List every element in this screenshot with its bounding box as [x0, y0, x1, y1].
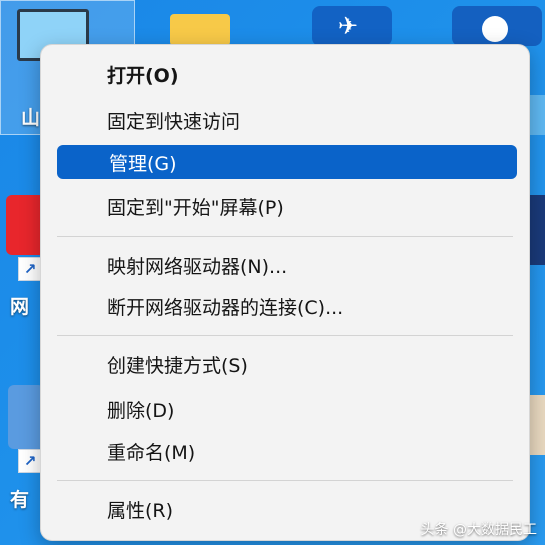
- shortcut-arrow-icon: ↗: [18, 257, 42, 281]
- folder-icon: [170, 14, 230, 46]
- menu-item-label: 固定到"开始"屏幕(P): [107, 196, 284, 219]
- recycle-label: 有: [10, 489, 30, 511]
- user-icon: [482, 16, 508, 42]
- menu-separator: [57, 335, 513, 336]
- menu-item-label: 删除(D): [107, 399, 175, 422]
- menu-item-delete[interactable]: 删除(D): [55, 392, 515, 426]
- user-desktop-icon[interactable]: [452, 6, 542, 46]
- menu-item-pin-start[interactable]: 固定到"开始"屏幕(P): [55, 189, 515, 223]
- context-menu: 打开(O) 固定到快速访问 管理(G) 固定到"开始"屏幕(P) 映射网络驱动器…: [40, 44, 530, 541]
- folder-desktop-icon[interactable]: [170, 8, 240, 48]
- menu-item-create-shortcut[interactable]: 创建快捷方式(S): [55, 347, 515, 381]
- this-pc-label: 山: [21, 107, 41, 129]
- menu-item-open[interactable]: 打开(O): [55, 57, 515, 91]
- app-desktop-icon[interactable]: ✈: [312, 6, 392, 46]
- menu-item-label: 重命名(M): [107, 441, 196, 464]
- menu-item-pin-quick-access[interactable]: 固定到快速访问: [55, 103, 515, 137]
- menu-item-map-network-drive[interactable]: 映射网络驱动器(N)...: [55, 248, 515, 282]
- document-tile-icon: [8, 385, 44, 449]
- watermark: 头条 @大数据民工: [420, 522, 537, 538]
- paper-plane-icon: ✈: [338, 12, 359, 40]
- shortcut-arrow-icon: ↗: [18, 449, 42, 473]
- network-desktop-icon[interactable]: ↗ 网: [0, 195, 46, 325]
- menu-item-label: 属性(R): [107, 499, 174, 522]
- menu-item-label: 创建快捷方式(S): [107, 354, 248, 377]
- menu-item-disconnect-network-drive[interactable]: 断开网络驱动器的连接(C)...: [55, 289, 515, 323]
- menu-separator: [57, 480, 513, 481]
- menu-item-label: 打开(O): [107, 64, 179, 87]
- menu-item-label: 管理(G): [109, 152, 177, 175]
- menu-item-label: 断开网络驱动器的连接(C)...: [107, 296, 344, 319]
- menu-item-label: 固定到快速访问: [107, 110, 241, 133]
- recycle-desktop-icon[interactable]: ↗ 有: [0, 385, 45, 515]
- menu-separator: [57, 236, 513, 237]
- menu-item-label: 映射网络驱动器(N)...: [107, 255, 288, 278]
- menu-item-manage[interactable]: 管理(G): [57, 145, 517, 179]
- network-label: 网: [10, 296, 30, 318]
- menu-item-rename[interactable]: 重命名(M): [55, 434, 515, 468]
